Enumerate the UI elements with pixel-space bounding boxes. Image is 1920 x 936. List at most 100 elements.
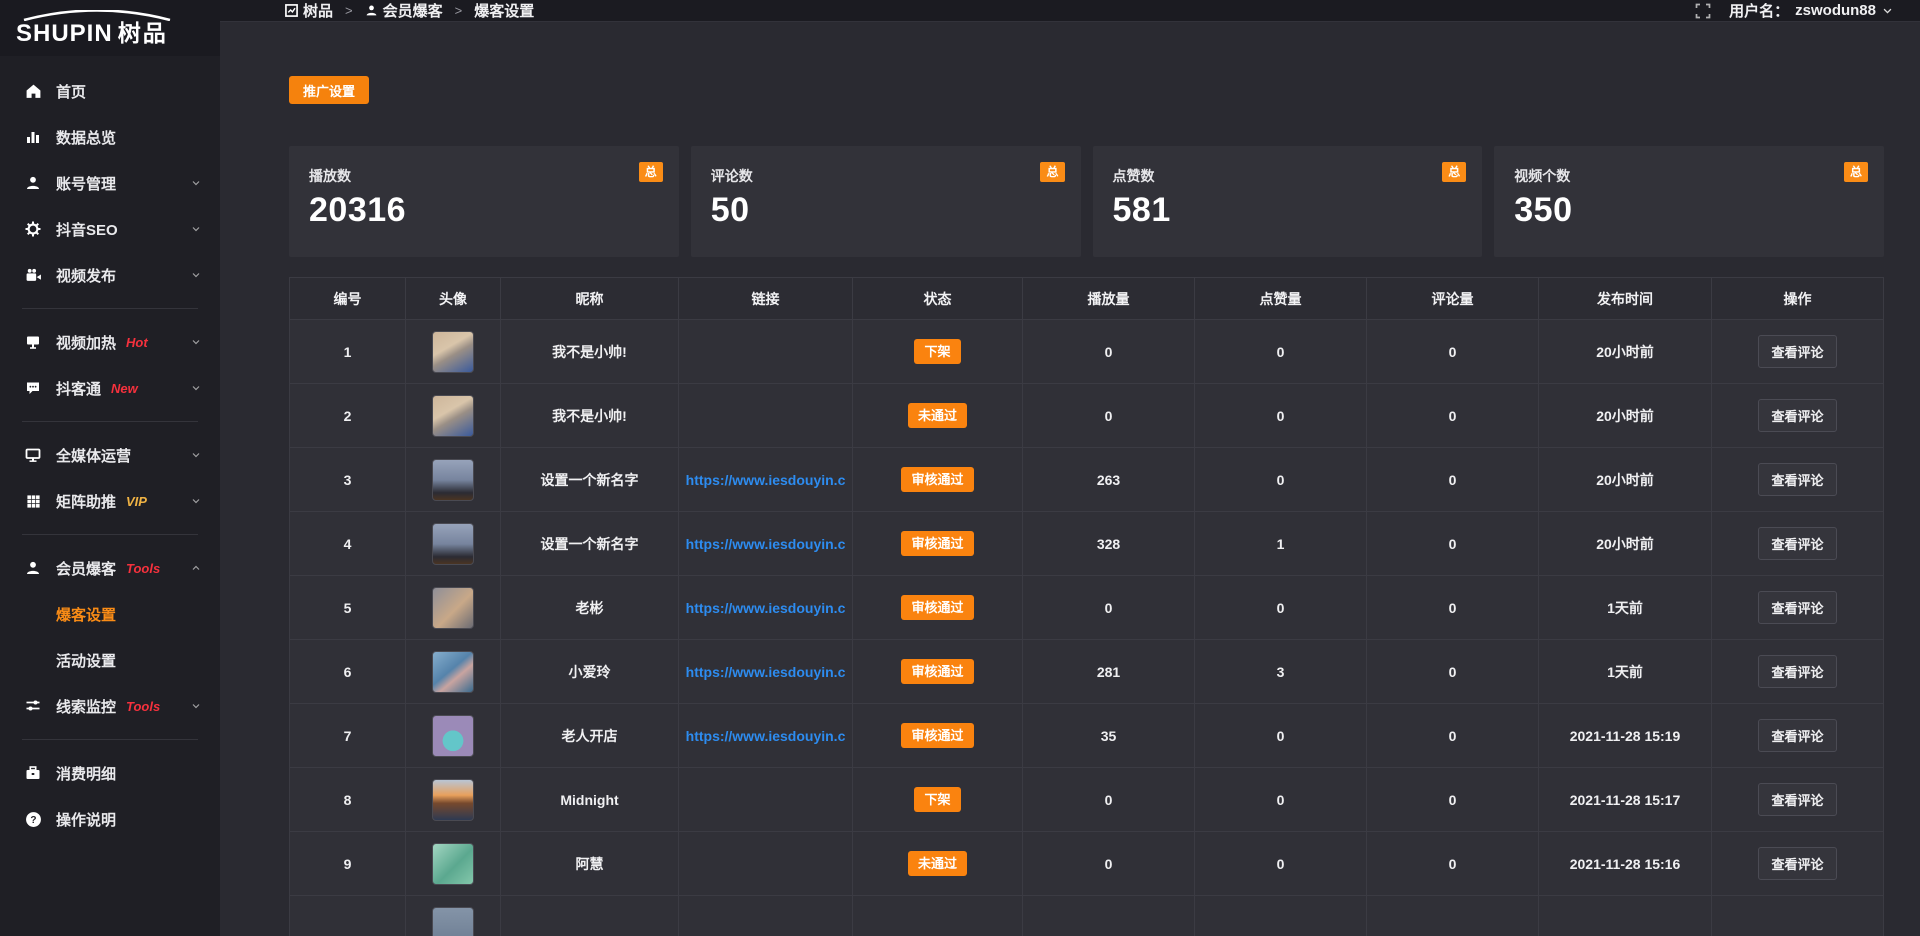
plays-cell: 0: [1023, 384, 1195, 448]
promote-settings-button[interactable]: 推广设置: [289, 76, 369, 104]
status-badge: 审核通过: [901, 531, 973, 557]
view-comments-button[interactable]: 查看评论: [1758, 591, 1836, 624]
nickname-cell: 我不是小帅!: [501, 320, 679, 384]
chevron-up-icon: [190, 562, 202, 574]
sidebar-nav: 首页 数据总览 账号管理: [0, 56, 220, 842]
sidebar-subitem-baoke-settings[interactable]: 爆客设置: [0, 591, 220, 637]
stat-label: 播放数: [309, 166, 659, 186]
sidebar-item-video-publish[interactable]: 视频发布: [0, 252, 220, 298]
breadcrumb-separator: >: [453, 3, 465, 18]
nickname-cell: 设置一个新名字: [501, 448, 679, 512]
sidebar-item-consumption-detail[interactable]: 消费明细: [0, 750, 220, 796]
action-cell: 查看评论: [1712, 448, 1884, 512]
sidebar-item-douyin-seo[interactable]: 抖音SEO: [0, 206, 220, 252]
link-cell: https://www.iesdouyin.c: [679, 512, 853, 576]
view-comments-button[interactable]: 查看评论: [1758, 783, 1836, 816]
fullscreen-icon[interactable]: [1695, 3, 1711, 19]
nickname-cell: 阿慧: [501, 832, 679, 896]
chevron-down-icon: [190, 382, 202, 394]
comments-cell: 0: [1367, 640, 1539, 704]
sidebar-item-account-mgmt[interactable]: 账号管理: [0, 160, 220, 206]
logo-cn: 树品: [118, 20, 168, 46]
avatar: [432, 907, 474, 936]
breadcrumb-label: 会员爆客: [383, 0, 443, 21]
likes-cell: 0: [1195, 704, 1367, 768]
sidebar-item-label: 首页: [56, 81, 86, 102]
avatar: [432, 843, 474, 885]
table-row: 5 老彬 https://www.iesdouyin.c 审核通过 0 0 0 …: [290, 576, 1884, 640]
status-badge: 审核通过: [901, 595, 973, 621]
sidebar-item-instructions[interactable]: ? 操作说明: [0, 796, 220, 842]
sidebar-item-label: 视频发布: [56, 265, 116, 286]
dashboard-icon: [285, 4, 298, 17]
table-row: 2 我不是小帅! 未通过 0 0 0 20小时前 查看评论: [290, 384, 1884, 448]
comments-cell: 0: [1367, 576, 1539, 640]
column-header: 昵称: [501, 278, 679, 320]
user-menu[interactable]: 用户名：zswodun88: [1729, 0, 1893, 21]
action-cell: 查看评论: [1712, 704, 1884, 768]
view-comments-button[interactable]: 查看评论: [1758, 719, 1836, 752]
chevron-down-icon: [190, 449, 202, 461]
nickname-cell: 老彬: [501, 576, 679, 640]
sidebar-item-all-media[interactable]: 全媒体运营: [0, 432, 220, 478]
action-cell: 查看评论: [1712, 768, 1884, 832]
status-cell: 审核通过: [853, 640, 1023, 704]
status-badge: 未通过: [908, 851, 967, 877]
sidebar-item-data-overview[interactable]: 数据总览: [0, 114, 220, 160]
link-cell: [679, 320, 853, 384]
view-comments-button[interactable]: 查看评论: [1758, 847, 1836, 880]
video-table-wrap: 编号头像昵称链接状态播放量点赞量评论量发布时间操作 1 我不是小帅! 下架 0 …: [289, 277, 1884, 936]
view-comments-button[interactable]: 查看评论: [1758, 335, 1836, 368]
sidebar-item-label: 全媒体运营: [56, 445, 131, 466]
row-id-cell: 1: [290, 320, 406, 384]
table-row: 4 设置一个新名字 https://www.iesdouyin.c 审核通过 3…: [290, 512, 1884, 576]
nickname-cell: 设置一个新名字: [501, 512, 679, 576]
plays-cell: 328: [1023, 512, 1195, 576]
avatar: [432, 523, 474, 565]
nickname-cell: Midnight: [501, 768, 679, 832]
sidebar-item-doukerton[interactable]: 抖客通 New: [0, 365, 220, 411]
sidebar-item-home[interactable]: 首页: [0, 68, 220, 114]
chevron-down-icon: [190, 223, 202, 235]
time-cell: [1539, 896, 1712, 936]
avatar: [432, 651, 474, 693]
sidebar-item-member-baoke[interactable]: 会员爆客 Tools: [0, 545, 220, 591]
plays-cell: 263: [1023, 448, 1195, 512]
avatar: [432, 459, 474, 501]
comments-cell: 0: [1367, 384, 1539, 448]
avatar: [432, 715, 474, 757]
sidebar-item-label: 会员爆客: [56, 558, 116, 579]
sidebar-divider: [22, 534, 198, 535]
sidebar-item-matrix-boost[interactable]: 矩阵助推 VIP: [0, 478, 220, 524]
chevron-down-icon: [190, 700, 202, 712]
screen-icon: [24, 333, 42, 351]
time-cell: 20小时前: [1539, 512, 1712, 576]
row-id-cell: 4: [290, 512, 406, 576]
view-comments-button[interactable]: 查看评论: [1758, 527, 1836, 560]
row-id-cell: 7: [290, 704, 406, 768]
time-cell: 20小时前: [1539, 384, 1712, 448]
view-comments-button[interactable]: 查看评论: [1758, 655, 1836, 688]
breadcrumb-item-shupin[interactable]: 树品: [285, 0, 333, 21]
view-comments-button[interactable]: 查看评论: [1758, 463, 1836, 496]
video-link[interactable]: https://www.iesdouyin.c: [679, 728, 852, 744]
status-badge: 未通过: [908, 403, 967, 429]
view-comments-button[interactable]: 查看评论: [1758, 399, 1836, 432]
video-link[interactable]: https://www.iesdouyin.c: [679, 664, 852, 680]
avatar: [432, 779, 474, 821]
video-link[interactable]: https://www.iesdouyin.c: [679, 536, 852, 552]
sidebar-item-video-heat[interactable]: 视频加热 Hot: [0, 319, 220, 365]
comments-cell: [1367, 896, 1539, 936]
breadcrumb-label: 爆客设置: [474, 0, 534, 21]
video-link[interactable]: https://www.iesdouyin.c: [679, 472, 852, 488]
sidebar-subitem-activity-settings[interactable]: 活动设置: [0, 637, 220, 683]
sidebar-item-label: 抖客通: [56, 378, 101, 399]
stat-label: 点赞数: [1113, 166, 1463, 186]
column-header: 操作: [1712, 278, 1884, 320]
video-camera-icon: [24, 266, 42, 284]
likes-cell: 3: [1195, 640, 1367, 704]
sidebar-item-clue-monitor[interactable]: 线索监控 Tools: [0, 683, 220, 729]
video-link[interactable]: https://www.iesdouyin.c: [679, 600, 852, 616]
breadcrumb-item-member-baoke[interactable]: 会员爆客: [365, 0, 443, 21]
row-id-cell: 9: [290, 832, 406, 896]
